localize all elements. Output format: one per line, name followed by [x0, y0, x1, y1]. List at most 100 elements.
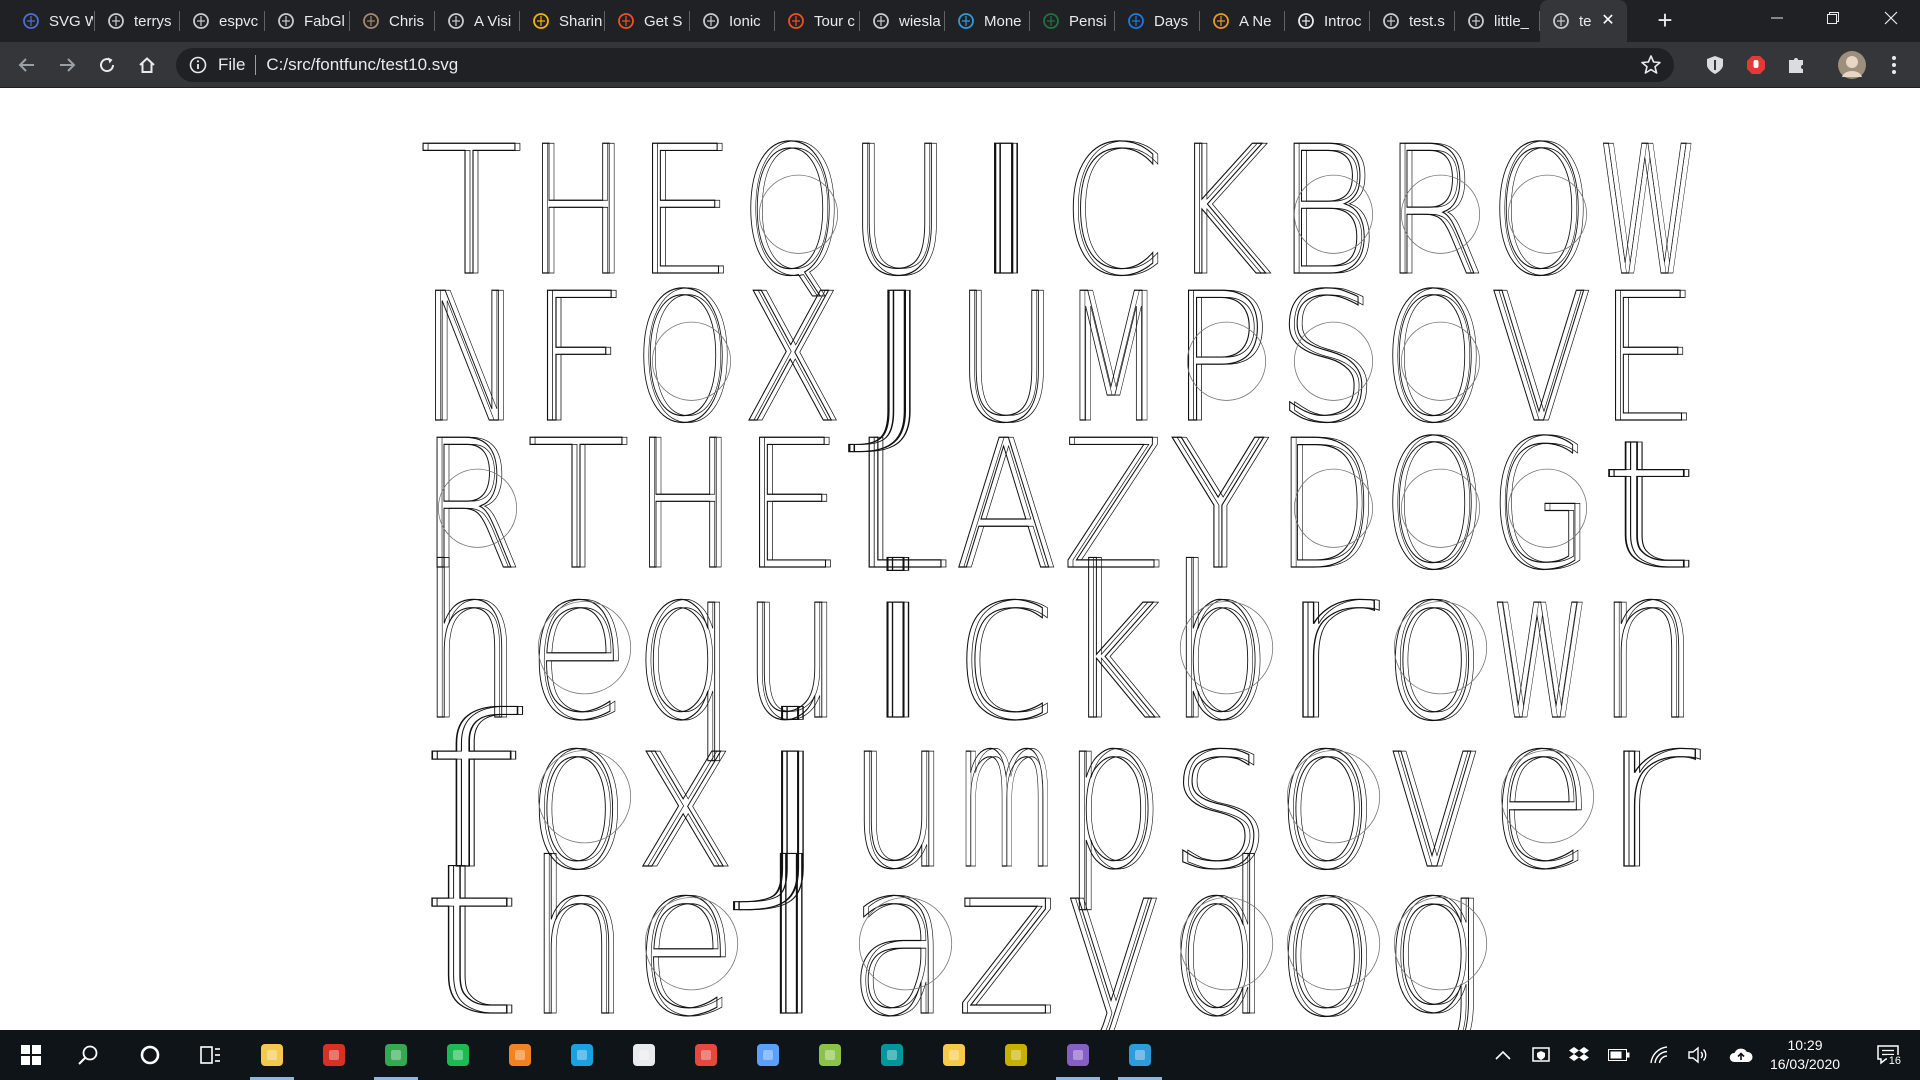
svg-glyph: h: [532, 818, 631, 1030]
tab-title: Introc: [1324, 12, 1362, 30]
extensions-button[interactable]: [1780, 49, 1812, 81]
extension-shield-button[interactable]: [1699, 49, 1731, 81]
microsoft-icon: [787, 12, 805, 30]
tab[interactable]: Ionic: [690, 0, 775, 42]
minimize-icon: [1771, 17, 1783, 19]
excel-icon: [1042, 12, 1060, 30]
url-divider: [255, 55, 257, 75]
tab[interactable]: A Ne: [1200, 0, 1285, 42]
back-button[interactable]: [11, 49, 43, 81]
address-bar[interactable]: File C:/src/fontfunc/test10.svg: [176, 48, 1674, 82]
tab[interactable]: Sharin: [520, 0, 605, 42]
tab[interactable]: Chris: [350, 0, 435, 42]
tab-title: Chris: [389, 12, 425, 30]
taskbar-app-button[interactable]: [494, 1030, 546, 1080]
taskbar-app-button[interactable]: [742, 1030, 794, 1080]
minimize-button[interactable]: [1754, 0, 1800, 36]
search-button[interactable]: [62, 1030, 114, 1080]
tab-title: Mone: [984, 12, 1022, 30]
taskbar-app-button[interactable]: [308, 1030, 360, 1080]
svg-glyph: r: [1602, 671, 1702, 916]
task-view-button[interactable]: [184, 1030, 236, 1080]
reload-button[interactable]: [91, 49, 123, 81]
tab[interactable]: FabGl: [265, 0, 350, 42]
cortana-icon: [140, 1045, 160, 1065]
extension-stop-button[interactable]: [1740, 49, 1772, 81]
tray-overflow-button[interactable]: [1488, 1030, 1518, 1080]
chevron-up-icon: [1495, 1050, 1511, 1060]
spotify-icon: [447, 1044, 469, 1066]
taskbar-app-button[interactable]: [432, 1030, 484, 1080]
arduino-icon: [881, 1044, 903, 1066]
taskbar-app-button[interactable]: [556, 1030, 608, 1080]
tray-dropbox-button[interactable]: [1562, 1030, 1596, 1080]
tab-title: te: [1579, 12, 1592, 30]
taskbar-app-button[interactable]: [680, 1030, 732, 1080]
graduation-icon: [1297, 12, 1315, 30]
taskbar-app-button[interactable]: [866, 1030, 918, 1080]
tab-close-icon[interactable]: ✕: [1599, 12, 1617, 30]
taskbar-app-button[interactable]: [990, 1030, 1042, 1080]
stop-hand-icon: [1747, 56, 1765, 74]
tray-volume-button[interactable]: [1682, 1030, 1716, 1080]
tab[interactable]: Pensi: [1030, 0, 1115, 42]
taskbar-app-button[interactable]: [804, 1030, 856, 1080]
tab[interactable]: Days: [1115, 0, 1200, 42]
new-tab-button[interactable]: +: [1650, 6, 1680, 36]
system-clock[interactable]: 10:29 16/03/2020: [1760, 1036, 1850, 1074]
svg-glyph: z: [960, 818, 1059, 1030]
tab-title: Tour c: [814, 12, 855, 30]
info-icon[interactable]: [188, 55, 208, 75]
taskbar-app-button[interactable]: [618, 1030, 670, 1080]
globe-icon: [1467, 12, 1485, 30]
fusion-icon: [509, 1044, 531, 1066]
tab-title: Ionic: [729, 12, 761, 30]
start-button[interactable]: [5, 1030, 57, 1080]
svg-text-line: tt hh ee ll aa zz yy dd oo gg: [419, 817, 1488, 1030]
home-button[interactable]: [131, 49, 163, 81]
url-text[interactable]: C:/src/fontfunc/test10.svg: [266, 55, 458, 75]
notepad-icon: [633, 1044, 655, 1066]
menu-button[interactable]: [1878, 49, 1910, 81]
svg-glyph: e: [639, 818, 738, 1030]
tab[interactable]: Get S: [605, 0, 690, 42]
tab[interactable]: terrys: [95, 0, 180, 42]
action-center-button[interactable]: 16: [1862, 1030, 1914, 1080]
tab[interactable]: little_: [1455, 0, 1540, 42]
taskbar-app-button[interactable]: [1114, 1030, 1166, 1080]
tab-list: SVG W terrys espvc FabGl Chris A Visi Sharin Ge…: [10, 0, 1627, 42]
tray-onedrive-button[interactable]: [1724, 1030, 1758, 1080]
shield-icon: [1707, 56, 1723, 74]
tab-title: Pensi: [1069, 12, 1107, 30]
bookmark-star-icon[interactable]: [1640, 54, 1662, 76]
tab[interactable]: espvc: [180, 0, 265, 42]
tab[interactable]: A Visi: [435, 0, 520, 42]
taskbar-app-button[interactable]: [928, 1030, 980, 1080]
profile-avatar[interactable]: [1836, 49, 1868, 81]
taskbar-app-button[interactable]: [370, 1030, 422, 1080]
gmail-icon: [323, 1044, 345, 1066]
taskbar-app-button[interactable]: [246, 1030, 298, 1080]
forward-button[interactable]: [51, 49, 83, 81]
tab[interactable]: Introc: [1285, 0, 1370, 42]
volume-icon: [1688, 1046, 1707, 1064]
restore-button[interactable]: [1810, 0, 1856, 36]
cortana-button[interactable]: [124, 1030, 176, 1080]
home-icon: [139, 57, 155, 73]
github-icon: [107, 12, 125, 30]
tab-active[interactable]: te ✕: [1540, 0, 1627, 42]
tray-battery-button[interactable]: [1602, 1030, 1636, 1080]
tab[interactable]: Mone: [945, 0, 1030, 42]
close-window-button[interactable]: [1868, 0, 1914, 36]
tab[interactable]: Tour c: [775, 0, 860, 42]
github-icon: [192, 12, 210, 30]
tab-title: FabGl: [304, 12, 345, 30]
vscode-icon: [1129, 1044, 1151, 1066]
tab[interactable]: SVG W: [10, 0, 95, 42]
tray-defender-button[interactable]: [1524, 1030, 1558, 1080]
tab[interactable]: wiesla: [860, 0, 945, 42]
tray-wifi-button[interactable]: [1642, 1030, 1676, 1080]
taskbar-app-button[interactable]: [1052, 1030, 1104, 1080]
svg-document: TT HH EE QQ UU II CC KK BB RR OO WWNN FF OO XX JJ UU MM PP…: [419, 107, 1702, 1030]
tab[interactable]: test.s: [1370, 0, 1455, 42]
